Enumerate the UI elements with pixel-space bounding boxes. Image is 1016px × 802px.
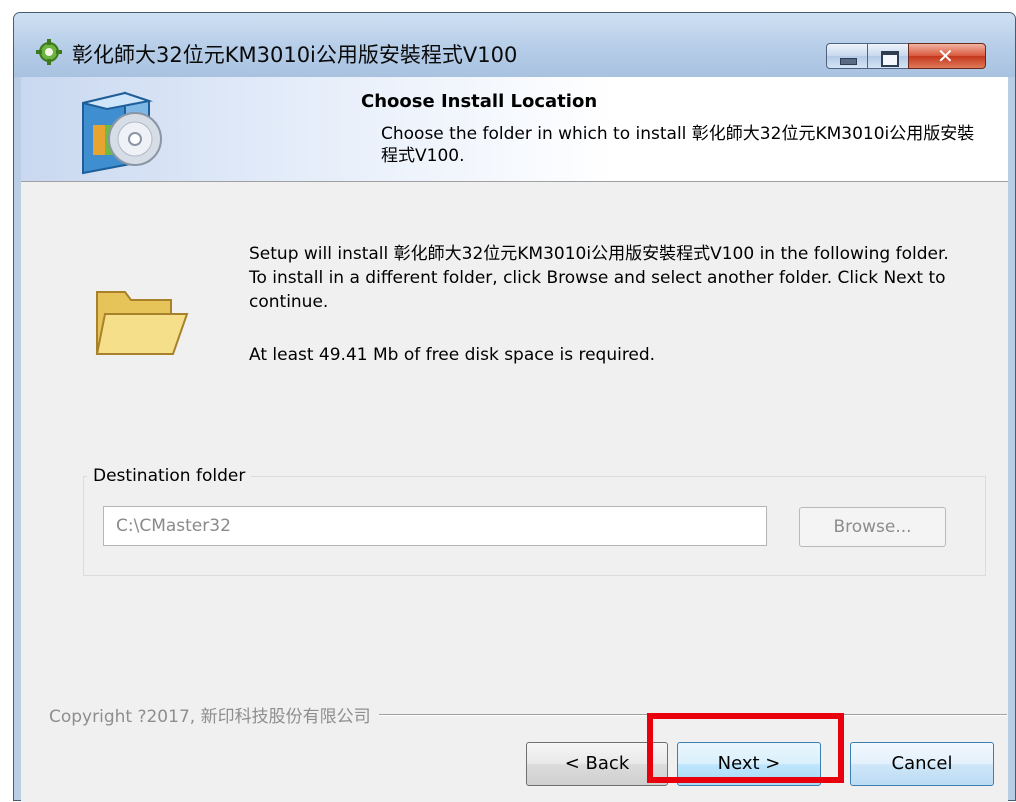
title-bar[interactable]: 彰化師大32位元KM3010i公用版安裝程式V100 ✕	[14, 13, 1015, 77]
copyright-text: Copyright ?2017, 新印科技股份有限公司	[49, 702, 379, 727]
next-button-highlight	[647, 713, 844, 783]
maximize-icon	[881, 51, 899, 67]
maximize-button[interactable]	[867, 43, 909, 69]
close-button[interactable]: ✕	[908, 43, 986, 69]
folder-icon	[95, 291, 189, 355]
page-header: Choose Install Location Choose the folde…	[21, 77, 1008, 182]
window-title: 彰化師大32位元KM3010i公用版安裝程式V100	[72, 43, 518, 67]
install-description: Setup will install 彰化師大32位元KM3010i公用版安裝程…	[249, 244, 949, 312]
minimize-button[interactable]	[826, 43, 868, 69]
disk-space-requirement: At least 49.41 Mb of free disk space is …	[249, 345, 656, 365]
setup-gear-icon	[36, 39, 62, 65]
dialog-client-area: Choose Install Location Choose the folde…	[21, 77, 1008, 802]
page-title: Choose Install Location	[361, 91, 598, 112]
page-subtitle: Choose the folder in which to install 彰化…	[381, 124, 975, 166]
installer-box-cd-icon	[82, 91, 162, 175]
installer-window: 彰化師大32位元KM3010i公用版安裝程式V100 ✕ Choose Inst…	[13, 12, 1016, 802]
destination-path-field[interactable]	[103, 506, 767, 546]
cancel-button[interactable]: Cancel	[850, 742, 994, 786]
close-icon: ✕	[937, 44, 954, 68]
destination-folder-label: Destination folder	[87, 466, 252, 486]
browse-button[interactable]: Browse...	[799, 507, 946, 547]
minimize-icon	[840, 58, 857, 65]
